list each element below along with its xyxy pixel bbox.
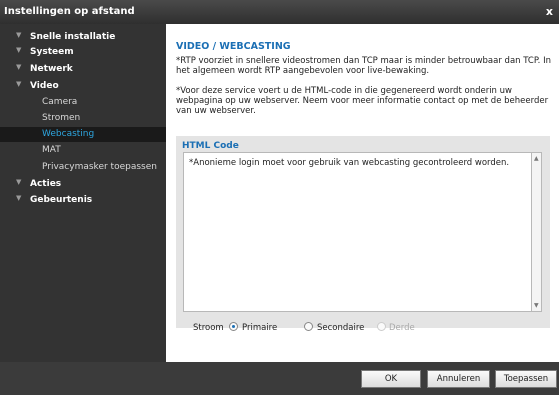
expand-arrow-icon: ▼ <box>16 46 22 54</box>
html-code-label: HTML Code <box>182 141 239 151</box>
title-bar: Instellingen op afstand x <box>0 0 559 24</box>
sidebar-item-video[interactable]: ▼ Video <box>0 79 166 94</box>
sidebar-item-acties[interactable]: ▼ Acties <box>0 177 166 192</box>
sidebar-item-label: Gebeurtenis <box>30 195 93 205</box>
sidebar-item-mat[interactable]: MAT <box>0 143 166 158</box>
sidebar-item-stromen[interactable]: Stromen <box>0 111 166 126</box>
ok-button[interactable]: OK <box>361 370 421 388</box>
html-code-textarea[interactable]: *Anonieme login moet voor gebruik van we… <box>183 152 533 312</box>
footer-bar: OK Annuleren Toepassen <box>0 362 559 395</box>
window-title: Instellingen op afstand <box>4 6 135 17</box>
cancel-button[interactable]: Annuleren <box>427 370 490 388</box>
rtp-info-text: *RTP voorziet in snellere videostromen d… <box>176 56 551 76</box>
sidebar-item-gebeurtenis[interactable]: ▼ Gebeurtenis <box>0 193 166 208</box>
sidebar-item-systeem[interactable]: ▼ Systeem <box>0 45 166 60</box>
expand-arrow-icon: ▼ <box>16 178 22 186</box>
scroll-up-icon[interactable]: ▲ <box>534 155 539 162</box>
close-icon[interactable]: x <box>546 5 553 18</box>
sidebar-item-webcasting[interactable]: Webcasting <box>0 127 166 142</box>
expand-arrow-icon: ▼ <box>16 80 22 88</box>
sidebar-item-snelle-installatie[interactable]: ▼ Snelle installatie <box>0 30 166 45</box>
expand-arrow-icon: ▼ <box>16 31 22 39</box>
apply-button[interactable]: Toepassen <box>495 370 557 388</box>
sidebar-item-label: Acties <box>30 179 62 189</box>
stream-label: Stroom <box>193 323 224 333</box>
expand-arrow-icon: ▼ <box>16 194 22 202</box>
sidebar-item-privacymasker[interactable]: Privacymasker toepassen <box>0 160 166 175</box>
stream-primaire-radio[interactable] <box>229 322 238 331</box>
sidebar-item-label: Camera <box>42 97 78 107</box>
stream-secondaire-label[interactable]: Secondaire <box>317 323 364 333</box>
sidebar-item-label: Stromen <box>42 113 81 123</box>
html-code-group: HTML Code *Anonieme login moet voor gebr… <box>176 136 550 328</box>
sidebar-item-label: Netwerk <box>30 64 73 74</box>
page-title: VIDEO / WEBCASTING <box>176 41 291 52</box>
stream-derde-radio <box>377 322 386 331</box>
stream-primaire-label[interactable]: Primaire <box>242 323 277 333</box>
sidebar: ▼ Snelle installatie ▼ Systeem ▼ Netwerk… <box>0 24 166 362</box>
webserver-info-text: *Voor deze service voert u de HTML-code … <box>176 86 549 116</box>
sidebar-item-camera[interactable]: Camera <box>0 95 166 110</box>
stream-secondaire-radio[interactable] <box>304 322 313 331</box>
html-code-scrollbar[interactable]: ▲ ▼ <box>531 152 542 312</box>
sidebar-item-label: Webcasting <box>42 129 95 139</box>
expand-arrow-icon: ▼ <box>16 63 22 71</box>
sidebar-item-label: MAT <box>42 145 61 155</box>
sidebar-item-label: Video <box>30 81 59 91</box>
sidebar-item-label: Privacymasker toepassen <box>42 162 157 172</box>
sidebar-item-label: Snelle installatie <box>30 32 116 42</box>
stream-derde-label: Derde <box>389 323 415 333</box>
sidebar-item-label: Systeem <box>30 47 74 57</box>
content-panel: VIDEO / WEBCASTING *RTP voorziet in snel… <box>166 24 559 362</box>
scroll-down-icon[interactable]: ▼ <box>534 302 539 309</box>
sidebar-item-netwerk[interactable]: ▼ Netwerk <box>0 62 166 77</box>
